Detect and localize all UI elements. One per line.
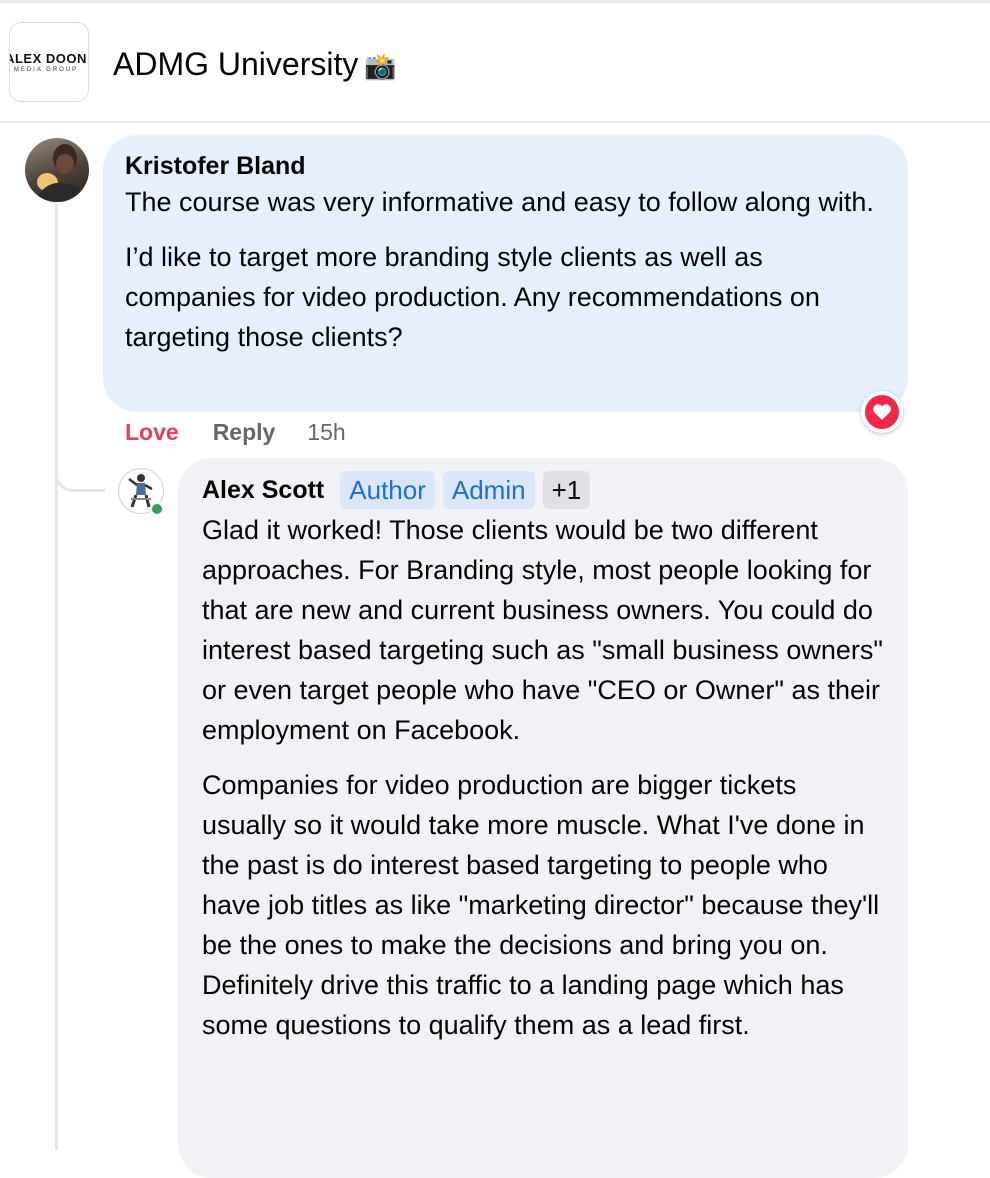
comment-paragraph: The course was very informative and easy… (125, 187, 874, 217)
comment-actions: Love Reply 15h (125, 415, 346, 449)
love-button[interactable]: Love (125, 419, 179, 446)
group-header: ALEX DOON MEDIA GROUP ADMG University 📸 (0, 3, 990, 123)
comment-timestamp[interactable]: 15h (307, 419, 345, 446)
reaction-badge[interactable] (861, 391, 903, 433)
profile-photo-icon (35, 144, 89, 202)
comment-bubble: Kristofer Bland The course was very info… (103, 135, 908, 412)
avatar[interactable] (25, 138, 89, 202)
reply-paragraph: Glad it worked! Those clients would be t… (202, 515, 884, 745)
group-title-text: ADMG University (113, 46, 359, 82)
thread-line-vertical (55, 204, 58, 1150)
group-title[interactable]: ADMG University 📸 (113, 44, 397, 86)
group-logo-text: ALEX DOON (9, 51, 87, 66)
admin-badge[interactable]: Admin (442, 471, 535, 509)
reply-author-row: Alex Scott Author Admin +1 (202, 470, 884, 510)
reply-paragraph: Companies for video production are bigge… (202, 770, 880, 1040)
more-badges-count[interactable]: +1 (542, 471, 591, 509)
camera-flash-emoji: 📸 (364, 51, 397, 81)
heart-reaction-icon (865, 395, 899, 429)
reply-author-name[interactable]: Alex Scott (202, 474, 324, 506)
online-status-indicator (150, 502, 164, 516)
reply-button[interactable]: Reply (213, 419, 276, 446)
comment-author-name[interactable]: Kristofer Bland (125, 150, 886, 182)
heart-icon (873, 404, 891, 420)
thread-line-branch (55, 440, 105, 492)
comment-paragraph: I’d like to target more branding style c… (125, 242, 820, 352)
author-badge[interactable]: Author (340, 471, 435, 509)
group-logo-subtext: MEDIA GROUP (13, 67, 79, 73)
reply-bubble: Alex Scott Author Admin +1 Glad it worke… (178, 458, 908, 1178)
group-logo[interactable]: ALEX DOON MEDIA GROUP (9, 22, 89, 102)
